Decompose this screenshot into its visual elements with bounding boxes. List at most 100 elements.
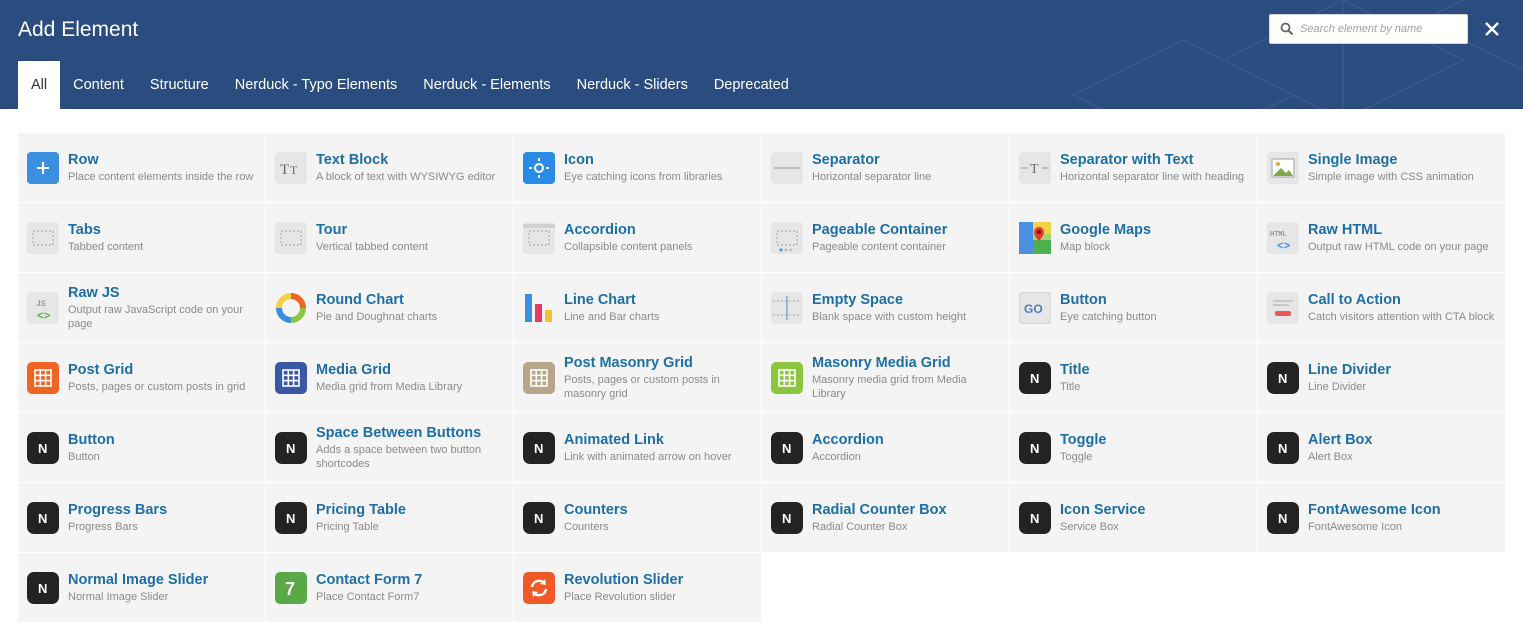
tab-content[interactable]: Content bbox=[60, 61, 137, 109]
element-card[interactable]: Tour Vertical tabbed content bbox=[266, 203, 513, 272]
element-name: Empty Space bbox=[812, 291, 904, 308]
search-box[interactable] bbox=[1269, 14, 1468, 44]
element-description: Adds a space between two button shortcod… bbox=[316, 443, 482, 470]
element-description: Output raw HTML code on your page bbox=[1308, 240, 1489, 253]
svg-text:N: N bbox=[782, 511, 791, 526]
element-card[interactable]: N Toggle Toggle bbox=[1010, 413, 1257, 482]
element-card[interactable]: N Button Button bbox=[18, 413, 265, 482]
element-text: Alert Box Alert Box bbox=[1308, 413, 1499, 482]
tab-structure[interactable]: Structure bbox=[137, 61, 222, 109]
element-text: Contact Form 7 Place Contact Form7 bbox=[316, 553, 507, 622]
round-chart-icon bbox=[275, 292, 307, 324]
element-card[interactable]: Round Chart Pie and Doughnat charts bbox=[266, 273, 513, 342]
element-card[interactable]: Line Chart Line and Bar charts bbox=[514, 273, 761, 342]
element-card[interactable]: Google Maps Map block bbox=[1010, 203, 1257, 272]
tab-nerduck-typo-elements[interactable]: Nerduck - Typo Elements bbox=[222, 61, 411, 109]
svg-text:7: 7 bbox=[285, 579, 295, 599]
svg-text:JS: JS bbox=[36, 300, 46, 309]
element-card[interactable]: Single Image Simple image with CSS animat… bbox=[1258, 133, 1505, 202]
element-card[interactable]: N Normal Image Slider Normal Image Slider bbox=[18, 553, 265, 622]
element-card[interactable]: N Alert Box Alert Box bbox=[1258, 413, 1505, 482]
element-card[interactable]: N Accordion Accordion bbox=[762, 413, 1009, 482]
element-card[interactable]: N Progress Bars Progress Bars bbox=[18, 483, 265, 552]
go-button-icon: GO bbox=[1018, 291, 1052, 325]
tab-nerduck-sliders[interactable]: Nerduck - Sliders bbox=[564, 61, 701, 109]
nerduck-icon: N bbox=[27, 432, 59, 464]
element-card[interactable]: N Radial Counter Box Radial Counter Box bbox=[762, 483, 1009, 552]
element-text: Round Chart Pie and Doughnat charts bbox=[316, 273, 507, 342]
element-name: Normal Image Slider bbox=[68, 571, 209, 588]
svg-text:N: N bbox=[1278, 441, 1287, 456]
image-icon bbox=[1267, 152, 1299, 184]
element-text: Pageable Container Pageable content conta… bbox=[812, 203, 1003, 272]
element-name: Text Block bbox=[316, 151, 389, 168]
element-name: Space Between Buttons bbox=[316, 424, 482, 441]
element-description: Place Revolution slider bbox=[564, 590, 676, 603]
element-card[interactable]: 7 Contact Form 7 Place Contact Form7 bbox=[266, 553, 513, 622]
element-card[interactable]: Masonry Media Grid Masonry media grid fro… bbox=[762, 343, 1009, 412]
element-card[interactable]: Tabs Tabbed content bbox=[18, 203, 265, 272]
element-card[interactable]: Accordion Collapsible content panels bbox=[514, 203, 761, 272]
element-card[interactable]: HTML <> Raw HTML Output raw HTML code on yo… bbox=[1258, 203, 1505, 272]
element-text: Media Grid Media grid from Media Library bbox=[316, 343, 507, 412]
element-name: Animated Link bbox=[564, 431, 664, 448]
element-card[interactable]: N FontAwesome Icon FontAwesome Icon bbox=[1258, 483, 1505, 552]
element-card[interactable]: Pageable Container Pageable content conta… bbox=[762, 203, 1009, 272]
element-name: Icon bbox=[564, 151, 594, 168]
element-card[interactable]: T T Text Block A block of text with WYSIWYG… bbox=[266, 133, 513, 202]
nerduck-icon: N bbox=[771, 502, 803, 534]
element-card[interactable]: Row Place content elements inside the row bbox=[18, 133, 265, 202]
svg-text:T: T bbox=[280, 162, 289, 178]
element-card[interactable]: N Line Divider Line Divider bbox=[1258, 343, 1505, 412]
element-name: FontAwesome Icon bbox=[1308, 501, 1441, 518]
tab-deprecated[interactable]: Deprecated bbox=[701, 61, 802, 109]
search-input[interactable] bbox=[1300, 15, 1462, 43]
element-card[interactable]: Post Grid Posts, pages or custom posts in… bbox=[18, 343, 265, 412]
element-text: Progress Bars Progress Bars bbox=[68, 483, 259, 552]
element-text: Accordion Collapsible content panels bbox=[564, 203, 755, 272]
pageable-icon bbox=[771, 222, 803, 254]
element-card[interactable]: N Pricing Table Pricing Table bbox=[266, 483, 513, 552]
element-card[interactable]: Empty Space Blank space with custom heigh… bbox=[762, 273, 1009, 342]
separator-icon bbox=[771, 152, 803, 184]
element-name: Single Image bbox=[1308, 151, 1398, 168]
contact-form-7-icon: 7 bbox=[275, 572, 307, 604]
element-text: Post Masonry Grid Posts, pages or custom … bbox=[564, 343, 755, 412]
nerduck-icon: N bbox=[523, 502, 555, 534]
element-card[interactable]: Call to Action Catch visitors attention w… bbox=[1258, 273, 1505, 342]
element-description: Accordion bbox=[812, 450, 861, 463]
element-card[interactable]: Media Grid Media grid from Media Library bbox=[266, 343, 513, 412]
element-card[interactable]: Revolution Slider Place Revolution slider bbox=[514, 553, 761, 622]
tab-nerduck-elements[interactable]: Nerduck - Elements bbox=[410, 61, 563, 109]
element-card[interactable]: N Icon Service Service Box bbox=[1010, 483, 1257, 552]
element-name: Google Maps bbox=[1060, 221, 1152, 238]
element-card[interactable]: JS <> Raw JS Output raw JavaScript code on … bbox=[18, 273, 265, 342]
element-card[interactable]: Icon Eye catching icons from libraries bbox=[514, 133, 761, 202]
element-card[interactable]: N Animated Link Link with animated arrow o… bbox=[514, 413, 761, 482]
tab-all[interactable]: All bbox=[18, 61, 61, 109]
element-description: Counters bbox=[564, 520, 609, 533]
element-description: Line and Bar charts bbox=[564, 310, 660, 323]
element-card[interactable]: Post Masonry Grid Posts, pages or custom … bbox=[514, 343, 761, 412]
element-description: Simple image with CSS animation bbox=[1308, 170, 1474, 183]
element-card[interactable]: N Space Between Buttons Adds a space betwe… bbox=[266, 413, 513, 482]
element-card[interactable]: T Separator with Text Horizontal separator… bbox=[1010, 133, 1257, 202]
element-card[interactable]: GO Button Eye catching button bbox=[1010, 273, 1257, 342]
svg-text:N: N bbox=[1030, 371, 1039, 386]
element-card[interactable]: Separator Horizontal separator line bbox=[762, 133, 1009, 202]
close-icon[interactable] bbox=[1483, 20, 1501, 38]
element-text: Radial Counter Box Radial Counter Box bbox=[812, 483, 1003, 552]
element-name: Separator bbox=[812, 151, 880, 168]
element-text: Icon Eye catching icons from libraries bbox=[564, 133, 755, 202]
element-card[interactable]: N Title Title bbox=[1010, 343, 1257, 412]
post-grid-icon bbox=[27, 362, 59, 394]
element-description: Posts, pages or custom posts in grid bbox=[68, 380, 246, 393]
element-name: Raw JS bbox=[68, 284, 120, 301]
svg-text:N: N bbox=[286, 441, 295, 456]
element-description: Link with animated arrow on hover bbox=[564, 450, 732, 463]
element-text: Accordion Accordion bbox=[812, 413, 1003, 482]
element-card[interactable]: N Counters Counters bbox=[514, 483, 761, 552]
element-description: Tabbed content bbox=[68, 240, 144, 253]
element-name: Line Chart bbox=[564, 291, 636, 308]
svg-text:N: N bbox=[1030, 441, 1039, 456]
